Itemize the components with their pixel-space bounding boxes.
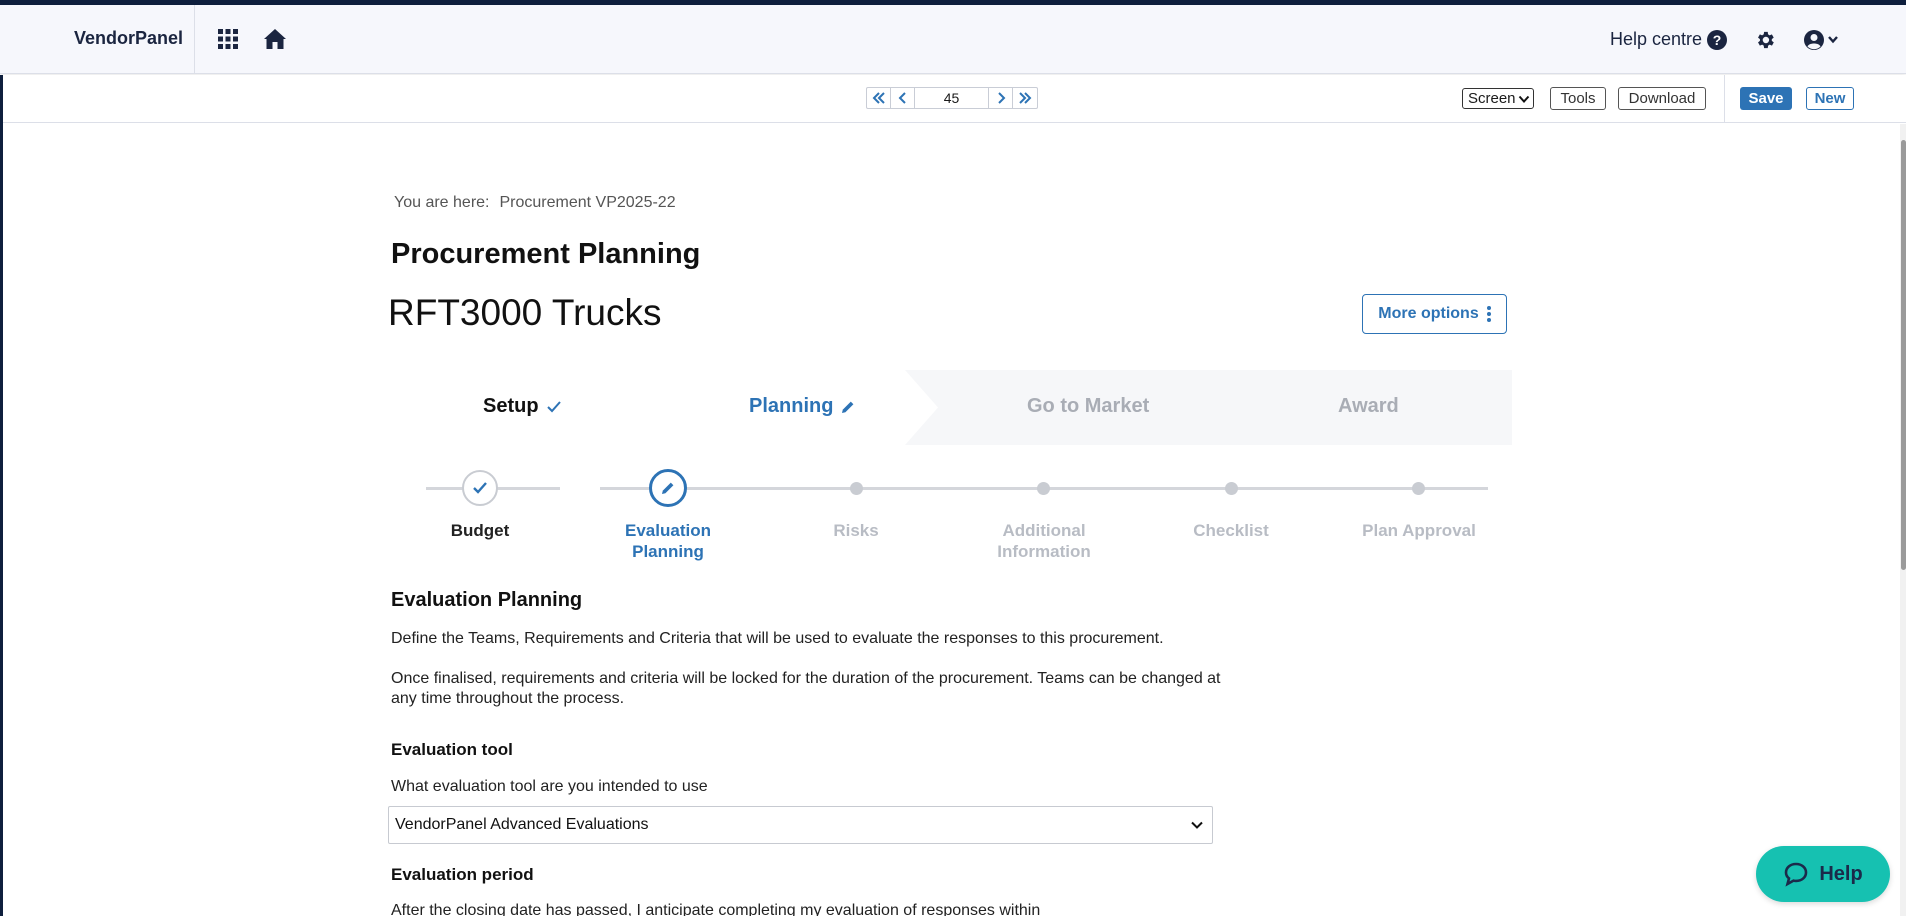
evaluation-period-question: After the closing date has passed, I ant… <box>391 902 1041 916</box>
step-plan-approval-label[interactable]: Plan Approval <box>1349 520 1489 541</box>
step-label-line: Information <box>997 542 1091 561</box>
chat-bubble-icon <box>1785 862 1808 887</box>
previous-record-icon[interactable] <box>891 88 915 108</box>
planning-step-progress: Budget Evaluation Planning Risks Additio… <box>388 469 1512 570</box>
page-title: Procurement Planning <box>391 238 701 270</box>
step-evaluation-planning-node[interactable] <box>649 469 687 507</box>
section-title: Evaluation Planning <box>391 589 583 611</box>
last-record-icon[interactable] <box>1013 88 1037 108</box>
home-icon[interactable] <box>260 25 290 53</box>
first-record-icon[interactable] <box>867 88 891 108</box>
more-options-label: More options <box>1378 305 1479 322</box>
step-plan-approval-node[interactable] <box>1412 482 1425 495</box>
brand-logo[interactable]: VendorPanel <box>74 28 183 49</box>
phase-award[interactable]: Award <box>1338 395 1399 418</box>
step-budget-label[interactable]: Budget <box>410 520 550 541</box>
toolbar-divider <box>1724 75 1725 123</box>
phase-setup-label: Setup <box>483 395 539 417</box>
step-risks-label[interactable]: Risks <box>786 520 926 541</box>
top-nav-bar: VendorPanel Help centre ? <box>0 5 1906 74</box>
help-centre-label: Help centre <box>1610 29 1703 49</box>
new-button[interactable]: New <box>1806 87 1854 110</box>
app-grid-icon[interactable] <box>214 25 242 53</box>
help-centre-link[interactable]: Help centre ? <box>1610 29 1728 50</box>
evaluation-tool-title: Evaluation tool <box>391 740 513 759</box>
section-intro: Define the Teams, Requirements and Crite… <box>391 630 1164 647</box>
phase-go-to-market[interactable]: Go to Market <box>1027 395 1149 418</box>
step-checklist-label[interactable]: Checklist <box>1161 520 1301 541</box>
left-window-edge <box>0 75 3 916</box>
phase-setup[interactable]: Setup <box>483 395 562 418</box>
record-toolbar: Screen Tools Download Save New <box>0 75 1906 123</box>
step-label-line: Planning <box>632 542 704 561</box>
step-evaluation-planning-label[interactable]: Evaluation Planning <box>598 520 738 562</box>
phase-planning[interactable]: Planning <box>749 395 856 418</box>
step-label-line: Additional <box>1002 521 1086 540</box>
download-button[interactable]: Download <box>1618 87 1706 110</box>
section-note: Once finalised, requirements and criteri… <box>391 670 1221 707</box>
question-circle-icon: ? <box>1707 29 1728 50</box>
user-account-icon[interactable] <box>1802 27 1844 53</box>
procurement-name: RFT3000 Trucks <box>388 292 662 333</box>
save-button[interactable]: Save <box>1740 87 1792 110</box>
breadcrumb: You are here: Procurement VP2025-22 <box>394 194 676 212</box>
nav-divider <box>194 5 195 74</box>
evaluation-period-title: Evaluation period <box>391 865 534 884</box>
record-pager <box>866 87 1038 109</box>
checkmark-icon <box>546 400 561 412</box>
evaluation-tool-selected: VendorPanel Advanced Evaluations <box>395 816 649 833</box>
evaluation-tool-question: What evaluation tool are you intended to… <box>391 778 708 795</box>
gear-icon[interactable] <box>1752 27 1778 53</box>
step-checklist-node[interactable] <box>1225 482 1238 495</box>
step-additional-information-label[interactable]: Additional Information <box>974 520 1114 562</box>
checkmark-icon <box>473 482 487 494</box>
step-risks-node[interactable] <box>850 482 863 495</box>
help-chat-label: Help <box>1819 862 1863 885</box>
step-label-line: Evaluation <box>625 521 711 540</box>
step-budget-node[interactable] <box>462 470 498 506</box>
breadcrumb-item-procurement[interactable]: Procurement VP2025-22 <box>499 194 675 212</box>
next-record-icon[interactable] <box>989 88 1013 108</box>
view-mode-value: Screen <box>1468 90 1516 107</box>
view-mode-select[interactable]: Screen <box>1462 88 1534 109</box>
page-number-input[interactable] <box>915 88 989 108</box>
page-scrollbar-thumb[interactable] <box>1901 140 1906 570</box>
tools-button[interactable]: Tools <box>1550 87 1606 110</box>
chevron-down-icon <box>1518 95 1529 103</box>
chevron-down-icon <box>1191 821 1203 829</box>
phase-ribbon: Setup Planning Go to Market Award <box>388 370 1512 445</box>
more-options-button[interactable]: More options <box>1362 294 1507 334</box>
pencil-icon <box>662 482 674 494</box>
evaluation-tool-select[interactable]: VendorPanel Advanced Evaluations <box>388 806 1213 844</box>
step-additional-information-node[interactable] <box>1037 482 1050 495</box>
breadcrumb-prefix: You are here: <box>394 194 490 211</box>
kebab-menu-icon <box>1486 306 1491 322</box>
help-chat-button[interactable]: Help <box>1756 846 1890 902</box>
pencil-icon <box>842 401 854 413</box>
phase-planning-label: Planning <box>749 395 834 417</box>
